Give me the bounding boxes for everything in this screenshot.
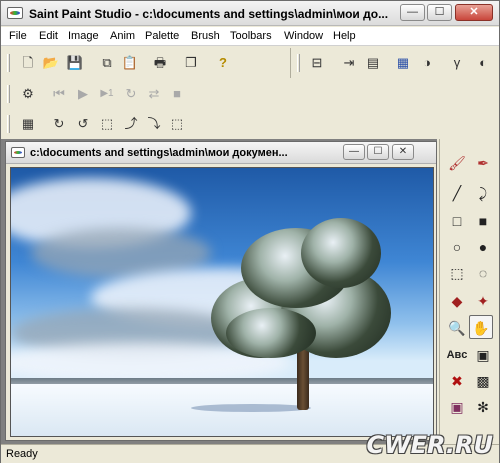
contrast-icon[interactable]: ◑ — [417, 53, 437, 73]
play-icon[interactable]: ▶ — [73, 84, 93, 104]
stamp-icon[interactable]: ▣ — [445, 395, 469, 419]
lasso-select-icon[interactable]: ◌ — [471, 261, 495, 285]
window-icon[interactable]: ❐ — [181, 53, 201, 73]
menu-window[interactable]: Window — [284, 30, 323, 42]
status-text: Ready — [6, 448, 38, 460]
stop-icon[interactable]: ■ — [167, 84, 187, 104]
toolbar-grip[interactable] — [7, 115, 10, 133]
hand-icon[interactable]: ✋ — [469, 315, 493, 339]
document-icon[interactable] — [11, 147, 25, 158]
effect-icon[interactable]: ✻ — [471, 395, 495, 419]
crop-select-icon[interactable]: ⬚ — [97, 114, 117, 134]
document-maximize-button[interactable]: ☐ — [367, 144, 389, 160]
menu-file[interactable]: File — [9, 30, 27, 42]
curve-icon[interactable]: ⤸ — [471, 181, 495, 205]
toolbar-divider — [290, 48, 291, 78]
toolbar-grip[interactable] — [297, 54, 300, 72]
menu-anim[interactable]: Anim — [110, 30, 135, 42]
zoom-icon[interactable]: 🔍 — [445, 316, 469, 340]
image-canvas[interactable] — [10, 167, 434, 437]
loop-icon[interactable]: ↻ — [121, 84, 141, 104]
print-icon[interactable]: 🖶 — [150, 53, 170, 73]
brightness-icon[interactable]: ◐ — [473, 53, 493, 73]
rectangle-icon[interactable]: □ — [445, 209, 469, 233]
document-title: c:\documents and settings\admin\мои доку… — [30, 147, 288, 159]
pattern-icon[interactable]: ▩ — [471, 369, 495, 393]
app-logo-icon[interactable] — [7, 7, 23, 19]
menu-toolbars[interactable]: Toolbars — [230, 30, 272, 42]
play-once-icon[interactable]: ▶1 — [97, 84, 117, 104]
resize-icon[interactable]: ⇥ — [339, 53, 359, 73]
menu-palette[interactable]: Palette — [145, 30, 179, 42]
watermark: CWER.RU — [366, 431, 494, 459]
brush-icon[interactable]: 🖌 — [445, 151, 469, 175]
gamma-icon[interactable]: γ — [447, 53, 467, 73]
tool-palette: 🖌 ✒ ╱ ⤸ □ ■ ○ ● ⬚ ◌ ◆ ✦ 🔍 ✋ Aʙᴄ ▣ ✖ ▩ ▣ … — [439, 139, 499, 444]
copy-icon[interactable]: ⧉ — [97, 53, 117, 73]
grid-icon[interactable]: ▦ — [18, 114, 38, 134]
menu-bar: File Edit Image Anim Palette Brush Toolb… — [1, 27, 499, 46]
layers-icon[interactable]: ▤ — [363, 53, 383, 73]
rotate-ccw-icon[interactable]: ↺ — [73, 114, 93, 134]
image-tool-icon[interactable]: ▣ — [471, 343, 495, 367]
rect-select-icon[interactable]: ⬚ — [445, 261, 469, 285]
new-file-icon[interactable]: 🗋 — [18, 53, 38, 73]
window-title: Saint Paint Studio - c:\documents and se… — [29, 7, 389, 21]
first-frame-icon[interactable]: ⏮ — [49, 84, 69, 104]
save-icon[interactable]: 💾 — [65, 53, 85, 73]
tree-foliage — [301, 218, 381, 288]
line-icon[interactable]: ╱ — [445, 181, 469, 205]
menu-edit[interactable]: Edit — [39, 30, 58, 42]
filled-ellipse-icon[interactable]: ● — [471, 235, 495, 259]
open-folder-icon[interactable]: 📂 — [41, 53, 61, 73]
title-bar[interactable]: Saint Paint Studio - c:\documents and se… — [1, 1, 499, 26]
text-icon[interactable]: Aʙᴄ — [445, 343, 469, 367]
menu-help[interactable]: Help — [333, 30, 356, 42]
menu-brush[interactable]: Brush — [191, 30, 220, 42]
toolbar-grip[interactable] — [7, 85, 10, 103]
status-bar: Ready CWER.RU — [1, 431, 499, 463]
standard-toolbar: 🗋 📂 💾 ⧉ 📋 🖶 ❐ ? ⊟ ⇥ ▤ ▦ ◑ γ ◐ — [1, 48, 499, 78]
maximize-button[interactable]: ☐ — [427, 4, 452, 21]
colors-icon[interactable]: ▦ — [393, 53, 413, 73]
image-document-window: c:\documents and settings\admin\мои доку… — [5, 141, 437, 441]
eyedropper-icon[interactable]: ✒ — [471, 151, 495, 175]
tree-foliage — [226, 308, 316, 358]
main-window: Saint Paint Studio - c:\documents and se… — [0, 0, 500, 463]
document-close-button[interactable]: ✕ — [392, 144, 414, 160]
animation-toolbar: ⚙ ⏮ ▶ ▶1 ↻ ⇄ ■ — [1, 79, 193, 109]
toolbar-grip[interactable] — [7, 54, 10, 72]
rotate-cw-icon[interactable]: ↻ — [49, 114, 69, 134]
menu-image[interactable]: Image — [68, 30, 99, 42]
spray-icon[interactable]: ✦ — [471, 289, 495, 313]
document-title-bar[interactable]: c:\documents and settings\admin\мои доку… — [6, 142, 436, 164]
paste-icon[interactable]: 📋 — [120, 53, 140, 73]
help-icon[interactable]: ? — [213, 53, 233, 73]
anim-settings-icon[interactable]: ⚙ — [18, 84, 38, 104]
document-minimize-button[interactable]: — — [343, 144, 365, 160]
clone-icon[interactable]: ✖ — [445, 369, 469, 393]
filled-rectangle-icon[interactable]: ■ — [471, 209, 495, 233]
ping-pong-icon[interactable]: ⇄ — [144, 84, 164, 104]
flip-horizontal-icon[interactable]: ⤴ — [121, 114, 141, 134]
flip-vertical-icon[interactable]: ⤵ — [144, 114, 164, 134]
ellipse-icon[interactable]: ○ — [445, 235, 469, 259]
transform-toolbar: ▦ ↻ ↺ ⬚ ⤴ ⤵ ⬚ — [1, 109, 193, 139]
crop-icon[interactable]: ⬚ — [167, 114, 187, 134]
minimize-button[interactable]: — — [400, 4, 425, 21]
tree-shadow — [191, 404, 311, 412]
view-icon[interactable]: ⊟ — [307, 53, 327, 73]
close-button[interactable]: ✕ — [455, 4, 493, 21]
fill-bucket-icon[interactable]: ◆ — [445, 289, 469, 313]
